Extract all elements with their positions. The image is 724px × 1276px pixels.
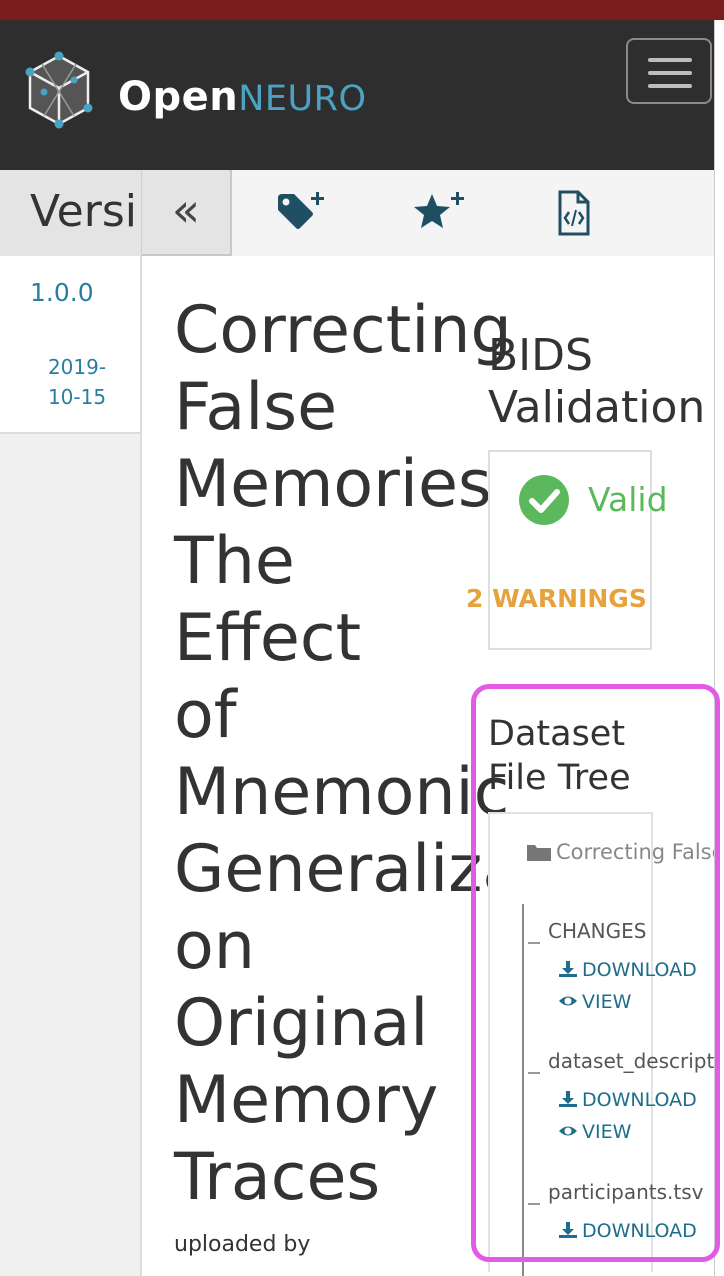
- top-stripe: [0, 0, 724, 20]
- download-icon: [559, 1091, 577, 1107]
- hamburger-bar: [648, 84, 692, 88]
- root-folder-name: Correcting False: [556, 840, 714, 864]
- download-link[interactable]: DOWNLOAD: [558, 1089, 697, 1111]
- tag-plus-icon[interactable]: [272, 188, 332, 238]
- eye-icon: [559, 996, 577, 1006]
- file-tree-heading-line2: File Tree: [488, 758, 631, 798]
- warnings-toggle[interactable]: 2 WARNINGS: [466, 584, 647, 613]
- openneuro-logo-icon[interactable]: [22, 50, 96, 130]
- version-item[interactable]: 1.0.0 2019- 10-15: [0, 256, 140, 434]
- hamburger-menu-icon: [648, 58, 692, 62]
- file-name: participants.tsv: [548, 1180, 704, 1204]
- version-date-line2: 10-15: [47, 385, 107, 409]
- view-label: VIEW: [582, 991, 632, 1013]
- viewport-edge: [714, 20, 724, 1276]
- folder-icon: [527, 845, 551, 861]
- bids-heading-line2: Validation: [488, 382, 706, 433]
- tree-branch: [528, 1203, 540, 1205]
- version-date: 2019- 10-15: [0, 352, 154, 412]
- version-number: 1.0.0: [30, 278, 94, 307]
- collapse-sidebar-button[interactable]: «: [142, 170, 232, 256]
- view-label: VIEW: [582, 1121, 632, 1143]
- download-link[interactable]: DOWNLOAD: [558, 959, 697, 981]
- navbar: OpenNEURO: [0, 20, 714, 170]
- brand-name[interactable]: OpenNEURO: [118, 74, 367, 120]
- download-icon: [559, 961, 577, 977]
- file-tree-heading-line1: Dataset: [488, 714, 626, 754]
- file-name: CHANGES: [548, 919, 647, 943]
- root-folder[interactable]: Correcting False: [526, 838, 714, 868]
- eye-icon: [559, 1126, 577, 1136]
- download-icon: [559, 1222, 577, 1238]
- dataset-toolbar: [232, 170, 714, 256]
- hamburger-menu-button[interactable]: [626, 38, 712, 104]
- file-tree-heading: Dataset File Tree: [488, 712, 631, 800]
- version-date-line1: 2019-: [47, 355, 107, 379]
- versions-tab[interactable]: Versi: [0, 170, 142, 256]
- validation-status: Valid: [588, 480, 668, 519]
- tree-branch: [528, 942, 540, 944]
- tree-branch: [528, 1072, 540, 1074]
- download-link[interactable]: DOWNLOAD: [558, 1220, 697, 1242]
- download-label: DOWNLOAD: [582, 1220, 697, 1242]
- title-line: of: [174, 678, 237, 753]
- check-circle-icon: [519, 475, 569, 525]
- brand-neuro: NEURO: [238, 79, 367, 119]
- tree-connector: [522, 904, 524, 1276]
- star-plus-icon[interactable]: [410, 188, 470, 238]
- version-sidebar: 1.0.0 2019- 10-15: [0, 256, 142, 1276]
- file-code-icon[interactable]: [544, 188, 604, 238]
- brand-open: Open: [118, 74, 239, 120]
- download-label: DOWNLOAD: [582, 1089, 697, 1111]
- bids-validation-heading: BIDS Validation: [488, 330, 705, 434]
- uploaded-by-label: uploaded by: [174, 1232, 311, 1257]
- view-link[interactable]: VIEW: [558, 1121, 631, 1143]
- hamburger-bar: [648, 71, 692, 75]
- view-link[interactable]: VIEW: [558, 991, 631, 1013]
- file-name: dataset_descript: [548, 1049, 714, 1073]
- versions-tab-label: Versi: [30, 186, 137, 237]
- download-label: DOWNLOAD: [582, 959, 697, 981]
- bids-heading-line1: BIDS: [488, 330, 593, 381]
